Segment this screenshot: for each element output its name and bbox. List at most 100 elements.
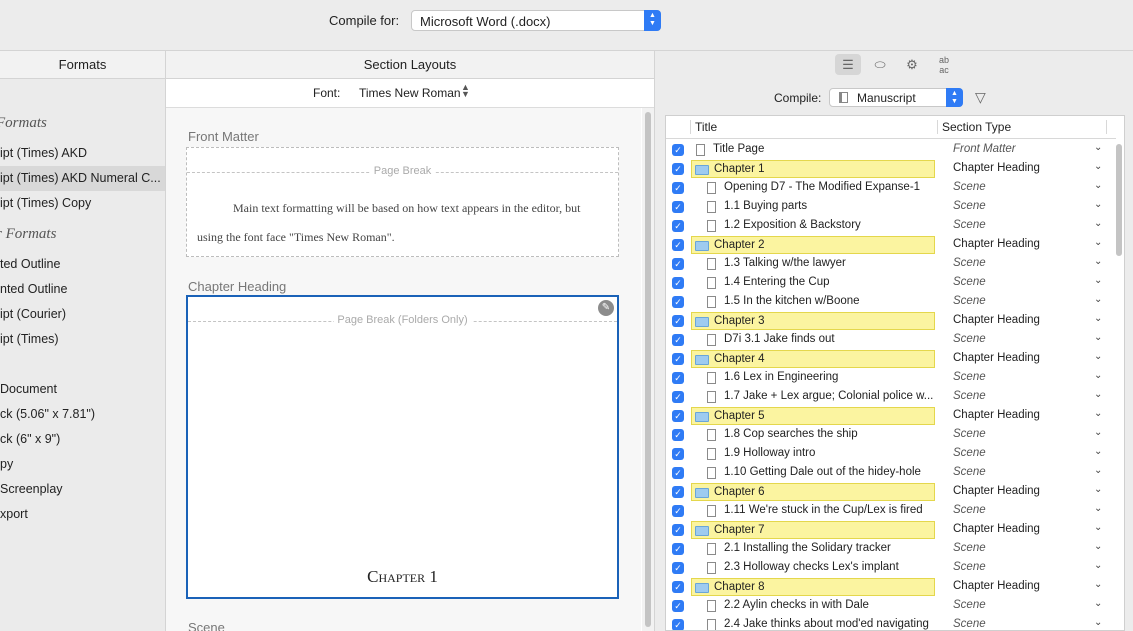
- chevron-down-icon[interactable]: ⌄: [1094, 598, 1102, 609]
- row-title-cell[interactable]: 1.11 We're stuck in the Cup/Lex is fired: [691, 502, 935, 520]
- include-checkbox[interactable]: ✓: [672, 486, 684, 498]
- label-tag-icon[interactable]: ⬭: [867, 54, 893, 75]
- compile-format-select[interactable]: Microsoft Word (.docx) ▲ ▼: [411, 10, 661, 31]
- format-list-item[interactable]: Document: [0, 377, 165, 402]
- row-title-cell[interactable]: 1.9 Holloway intro: [691, 445, 935, 463]
- section-type-column-header[interactable]: Section Type: [942, 120, 1011, 134]
- row-title-cell[interactable]: 2.3 Holloway checks Lex's implant: [691, 559, 935, 577]
- section-type-select[interactable]: Front Matter: [953, 143, 1016, 155]
- include-checkbox[interactable]: ✓: [672, 467, 684, 479]
- section-type-select[interactable]: Chapter Heading: [953, 485, 1040, 497]
- include-checkbox[interactable]: ✓: [672, 619, 684, 630]
- chevron-down-icon[interactable]: ⌄: [1094, 161, 1102, 172]
- chevron-down-icon[interactable]: ⌄: [1094, 332, 1102, 343]
- font-select-chevron-icon[interactable]: ▲ ▼: [461, 83, 470, 99]
- include-checkbox[interactable]: ✓: [672, 600, 684, 612]
- format-list-item[interactable]: Screenplay: [0, 477, 165, 502]
- section-type-select[interactable]: Scene: [953, 390, 986, 402]
- row-title-cell[interactable]: Chapter 7: [691, 521, 935, 539]
- chevron-down-icon[interactable]: ⌄: [1094, 313, 1102, 324]
- chevron-down-icon[interactable]: ⌄: [1094, 446, 1102, 457]
- chevron-down-icon[interactable]: ⌄: [1094, 351, 1102, 362]
- front-matter-layout-card[interactable]: Page Break Main text formatting will be …: [186, 147, 619, 257]
- table-row[interactable]: ✓ Chapter 1 Chapter Heading ⌄: [666, 160, 1112, 179]
- chevron-down-icon[interactable]: ⌄: [1094, 142, 1102, 153]
- table-row[interactable]: ✓ Chapter 2 Chapter Heading ⌄: [666, 236, 1112, 255]
- format-list-item[interactable]: [0, 352, 165, 377]
- table-row[interactable]: ✓ Chapter 3 Chapter Heading ⌄: [666, 312, 1112, 331]
- section-type-select[interactable]: Scene: [953, 181, 986, 193]
- format-list-item[interactable]: ipt (Times) AKD Numeral C...: [0, 166, 165, 191]
- include-checkbox[interactable]: ✓: [672, 277, 684, 289]
- chevron-down-icon[interactable]: ⌄: [1094, 370, 1102, 381]
- row-title-cell[interactable]: Chapter 6: [691, 483, 935, 501]
- table-row[interactable]: ✓ Opening D7 - The Modified Expanse-1 Scen…: [666, 179, 1112, 198]
- table-row[interactable]: ✓ 2.4 Jake thinks about mod'ed navigating…: [666, 616, 1112, 630]
- include-checkbox[interactable]: ✓: [672, 524, 684, 536]
- include-checkbox[interactable]: ✓: [672, 201, 684, 213]
- section-type-select[interactable]: Scene: [953, 447, 986, 459]
- chevron-down-icon[interactable]: ⌄: [1094, 465, 1102, 476]
- row-title-cell[interactable]: Chapter 1: [691, 160, 935, 178]
- replacements-icon[interactable]: ab ac: [931, 54, 957, 75]
- section-type-select[interactable]: Scene: [953, 200, 986, 212]
- section-type-select[interactable]: Chapter Heading: [953, 409, 1040, 421]
- chevron-down-icon[interactable]: ⌄: [1094, 427, 1102, 438]
- section-type-select[interactable]: Chapter Heading: [953, 314, 1040, 326]
- chevron-down-icon[interactable]: ⌄: [1094, 199, 1102, 210]
- table-row[interactable]: ✓ 1.4 Entering the Cup Scene ⌄: [666, 274, 1112, 293]
- table-row[interactable]: ✓ 1.1 Buying parts Scene ⌄: [666, 198, 1112, 217]
- include-checkbox[interactable]: ✓: [672, 429, 684, 441]
- include-checkbox[interactable]: ✓: [672, 163, 684, 175]
- row-title-cell[interactable]: 1.2 Exposition & Backstory: [691, 217, 935, 235]
- include-checkbox[interactable]: ✓: [672, 144, 684, 156]
- include-checkbox[interactable]: ✓: [672, 258, 684, 270]
- format-list-item[interactable]: nted Outline: [0, 277, 165, 302]
- chevron-down-icon[interactable]: ⌄: [1094, 579, 1102, 590]
- include-checkbox[interactable]: ✓: [672, 372, 684, 384]
- section-type-select[interactable]: Scene: [953, 219, 986, 231]
- section-type-select[interactable]: Scene: [953, 599, 986, 611]
- table-row[interactable]: ✓ 2.2 Aylin checks in with Dale Scene ⌄: [666, 597, 1112, 616]
- row-title-cell[interactable]: 1.3 Talking w/the lawyer: [691, 255, 935, 273]
- chevron-down-icon[interactable]: ⌄: [1094, 218, 1102, 229]
- table-row[interactable]: ✓ 1.11 We're stuck in the Cup/Lex is fire…: [666, 502, 1112, 521]
- table-row[interactable]: ✓ 1.9 Holloway intro Scene ⌄: [666, 445, 1112, 464]
- section-type-select[interactable]: Scene: [953, 466, 986, 478]
- chevron-down-icon[interactable]: ⌄: [1094, 617, 1102, 628]
- include-checkbox[interactable]: ✓: [672, 353, 684, 365]
- gear-icon[interactable]: ⚙: [899, 54, 925, 75]
- row-title-cell[interactable]: Title Page: [691, 141, 935, 159]
- filter-icon[interactable]: ▽: [975, 89, 986, 106]
- row-title-cell[interactable]: 1.6 Lex in Engineering: [691, 369, 935, 387]
- format-list-item[interactable]: ck (5.06" x 7.81"): [0, 402, 165, 427]
- section-type-select[interactable]: Scene: [953, 618, 986, 630]
- include-checkbox[interactable]: ✓: [672, 182, 684, 194]
- chevron-down-icon[interactable]: ⌄: [1094, 503, 1102, 514]
- chevron-down-icon[interactable]: ⌄: [1094, 180, 1102, 191]
- table-row[interactable]: ✓ 1.5 In the kitchen w/Boone Scene ⌄: [666, 293, 1112, 312]
- section-type-select[interactable]: Chapter Heading: [953, 238, 1040, 250]
- table-row[interactable]: ✓ Chapter 4 Chapter Heading ⌄: [666, 350, 1112, 369]
- section-type-select[interactable]: Scene: [953, 504, 986, 516]
- row-title-cell[interactable]: Chapter 2: [691, 236, 935, 254]
- include-checkbox[interactable]: ✓: [672, 581, 684, 593]
- edit-pencil-icon[interactable]: ✎: [598, 300, 614, 316]
- row-title-cell[interactable]: 2.2 Aylin checks in with Dale: [691, 597, 935, 615]
- chapter-heading-layout-card[interactable]: Page Break (Folders Only) ✎ Chapter 1: [186, 295, 619, 599]
- format-list-item[interactable]: ipt (Times) AKD: [0, 141, 165, 166]
- table-row[interactable]: ✓ 2.3 Holloway checks Lex's implant Scene ⌄: [666, 559, 1112, 578]
- chevron-down-icon[interactable]: ⌄: [1094, 522, 1102, 533]
- row-title-cell[interactable]: 1.5 In the kitchen w/Boone: [691, 293, 935, 311]
- table-row[interactable]: ✓ 1.3 Talking w/the lawyer Scene ⌄: [666, 255, 1112, 274]
- section-type-select[interactable]: Chapter Heading: [953, 162, 1040, 174]
- row-title-cell[interactable]: 1.1 Buying parts: [691, 198, 935, 216]
- table-row[interactable]: ✓ 1.10 Getting Dale out of the hidey-hole…: [666, 464, 1112, 483]
- format-list-item[interactable]: ck (6" x 9"): [0, 427, 165, 452]
- row-title-cell[interactable]: Opening D7 - The Modified Expanse-1: [691, 179, 935, 197]
- chevron-down-icon[interactable]: ⌄: [1094, 275, 1102, 286]
- row-title-cell[interactable]: Chapter 3: [691, 312, 935, 330]
- include-checkbox[interactable]: ✓: [672, 543, 684, 555]
- chevron-down-icon[interactable]: ⌄: [1094, 237, 1102, 248]
- table-row[interactable]: ✓ 2.1 Installing the Solidary tracker Scen…: [666, 540, 1112, 559]
